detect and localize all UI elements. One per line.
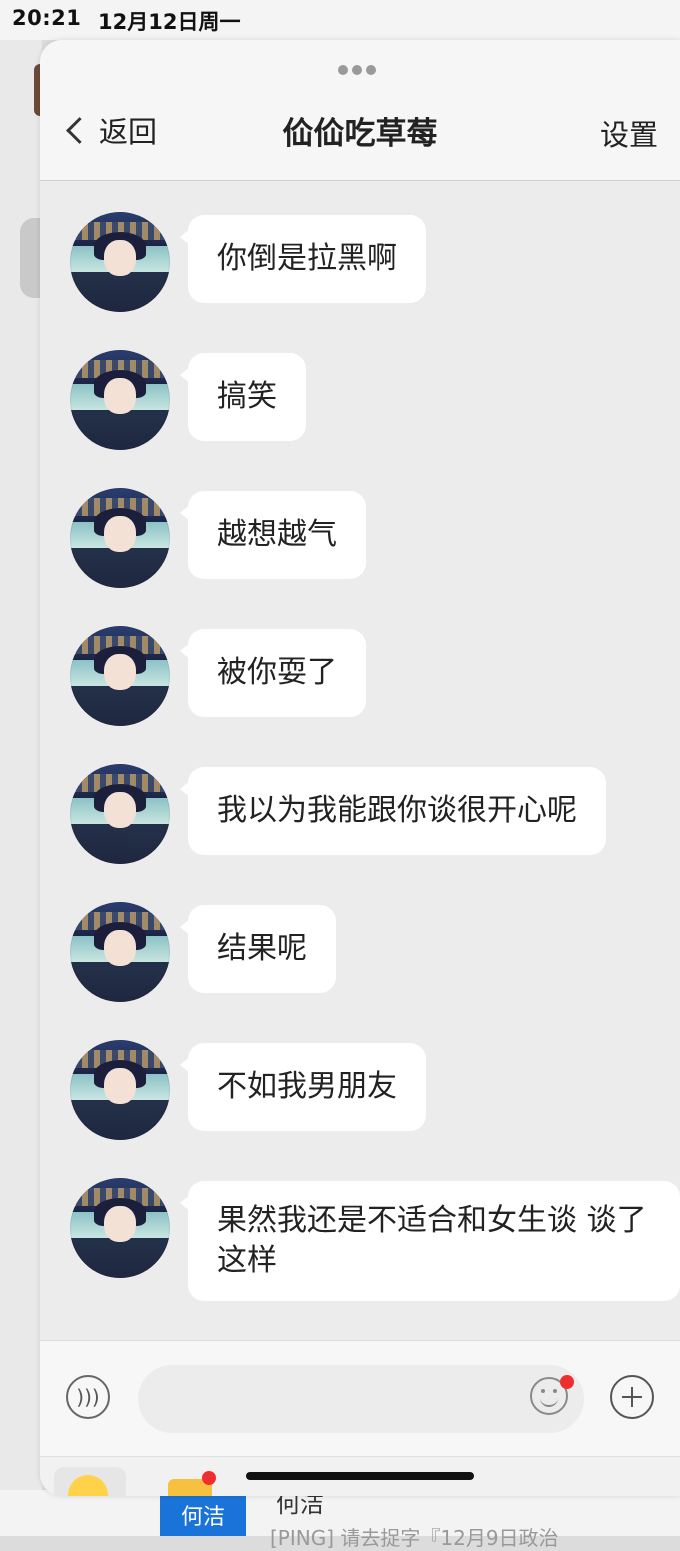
- status-bar: 20:21 12月12日周一: [0, 0, 680, 40]
- message-bubble[interactable]: 不如我男朋友: [180, 1043, 426, 1131]
- chat-header: 返回 佡佡吃草莓 设置: [40, 40, 680, 181]
- avatar[interactable]: [70, 488, 170, 588]
- message-bubble[interactable]: 你倒是拉黑啊: [180, 215, 426, 303]
- more-icon[interactable]: [338, 60, 382, 75]
- message-bubble[interactable]: 我以为我能跟你谈很开心呢: [180, 767, 606, 855]
- badge-dot: [202, 1471, 216, 1485]
- avatar[interactable]: [70, 1040, 170, 1140]
- message-input[interactable]: [138, 1365, 584, 1433]
- plus-icon[interactable]: [610, 1375, 654, 1419]
- avatar[interactable]: [70, 902, 170, 1002]
- background-tag: 何洁: [160, 1496, 246, 1536]
- home-indicator[interactable]: [246, 1472, 474, 1480]
- message-bubble[interactable]: 果然我还是不适合和女生谈 谈了这样: [180, 1181, 680, 1301]
- avatar[interactable]: [70, 350, 170, 450]
- message-list: 你倒是拉黑啊 搞笑 越想越气 被你耍了 我以为我能跟你谈很开心呢 结果呢 不如我…: [40, 180, 680, 1340]
- notification-dot: [560, 1375, 574, 1389]
- message-bubble[interactable]: 搞笑: [180, 353, 306, 441]
- status-date: 12月12日周一: [98, 10, 241, 34]
- avatar[interactable]: [70, 764, 170, 864]
- page-title: 佡佡吃草莓: [282, 116, 438, 152]
- message-bubble[interactable]: 被你耍了: [180, 629, 366, 717]
- chat-sheet: 返回 佡佡吃草莓 设置 你倒是拉黑啊 搞笑 越想越气 被你耍了 我以为我能跟你谈…: [40, 40, 680, 1496]
- avatar[interactable]: [70, 626, 170, 726]
- input-bar: ))): [40, 1340, 680, 1457]
- status-time: 20:21: [12, 6, 82, 30]
- message-bubble[interactable]: 结果呢: [180, 905, 336, 993]
- background-message-preview: [PING] 请去捉字『12月9日政治: [270, 1526, 559, 1550]
- message-bubble[interactable]: 越想越气: [180, 491, 366, 579]
- settings-button[interactable]: 设置: [600, 112, 658, 154]
- avatar[interactable]: [70, 1178, 170, 1278]
- voice-icon[interactable]: ))): [66, 1375, 110, 1419]
- avatar[interactable]: [70, 212, 170, 312]
